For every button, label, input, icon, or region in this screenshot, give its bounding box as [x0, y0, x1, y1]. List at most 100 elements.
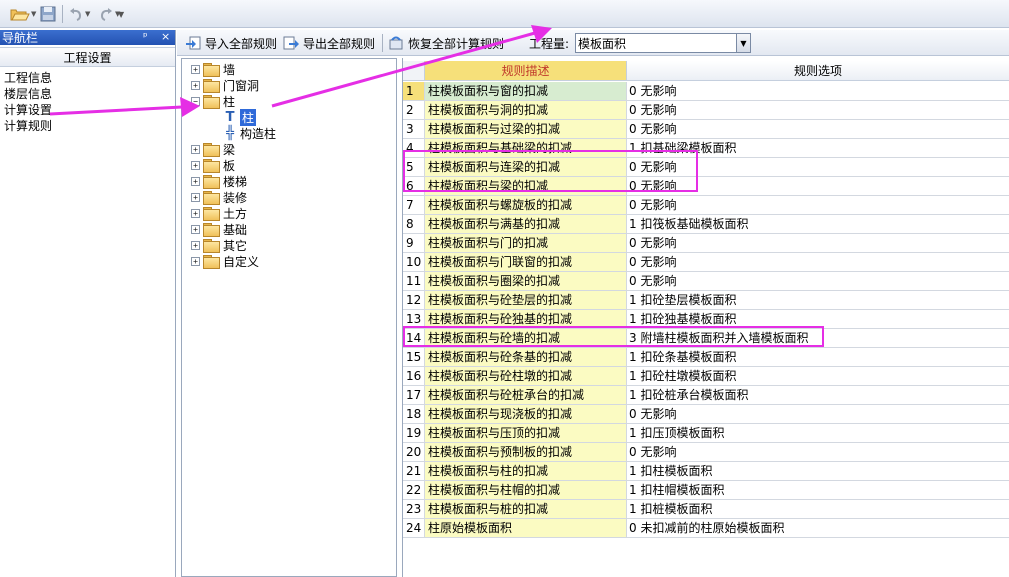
rule-description-cell[interactable]: 柱模板面积与柱帽的扣减	[425, 481, 627, 500]
rule-option-cell[interactable]: 1 扣桩模板面积	[627, 500, 1009, 519]
tree-node-slab[interactable]: + 板	[191, 157, 235, 173]
expand-icon[interactable]: +	[191, 64, 200, 74]
customize-toolbar-icon[interactable]: ▼	[118, 5, 124, 23]
tree-node-earthwork[interactable]: + 土方	[191, 205, 247, 221]
nav-item-floor-info[interactable]: 楼层信息	[4, 86, 175, 102]
table-row[interactable]: 15 柱模板面积与砼条基的扣减 1 扣砼条基模板面积	[403, 348, 1009, 367]
table-row[interactable]: 20 柱模板面积与预制板的扣减 0 无影响	[403, 443, 1009, 462]
table-row[interactable]: 3 柱模板面积与过梁的扣减 0 无影响	[403, 120, 1009, 139]
table-row[interactable]: 19 柱模板面积与压顶的扣减 1 扣压顶模板面积	[403, 424, 1009, 443]
expand-icon[interactable]: +	[191, 240, 200, 250]
rule-description-cell[interactable]: 柱模板面积与砼垫层的扣减	[425, 291, 627, 310]
expand-icon[interactable]: +	[191, 144, 200, 154]
rule-description-cell[interactable]: 柱模板面积与砼柱墩的扣减	[425, 367, 627, 386]
rule-description-cell[interactable]: 柱模板面积与桩的扣减	[425, 500, 627, 519]
rule-option-cell[interactable]: 1 扣砼柱墩模板面积	[627, 367, 1009, 386]
tree-node-column[interactable]: − 柱	[191, 93, 235, 109]
table-row[interactable]: 1 柱模板面积与窗的扣减 0 无影响	[403, 82, 1009, 101]
tree-node-wall[interactable]: + 墙	[191, 61, 235, 77]
close-icon[interactable]: ×	[161, 30, 170, 43]
rule-description-cell[interactable]: 柱模板面积与砼条基的扣减	[425, 348, 627, 367]
table-row[interactable]: 23 柱模板面积与桩的扣减 1 扣桩模板面积	[403, 500, 1009, 519]
rule-option-cell[interactable]: 0 无影响	[627, 101, 1009, 120]
rule-description-cell[interactable]: 柱模板面积与洞的扣减	[425, 101, 627, 120]
table-row[interactable]: 22 柱模板面积与柱帽的扣减 1 扣柱帽模板面积	[403, 481, 1009, 500]
rule-option-cell[interactable]: 0 未扣减前的柱原始模板面积	[627, 519, 1009, 538]
rule-description-cell[interactable]: 柱模板面积与柱的扣减	[425, 462, 627, 481]
expand-icon[interactable]: +	[191, 80, 200, 90]
table-row[interactable]: 10 柱模板面积与门联窗的扣减 0 无影响	[403, 253, 1009, 272]
rule-option-cell[interactable]: 0 无影响	[627, 196, 1009, 215]
rule-description-cell[interactable]: 柱模板面积与门联窗的扣减	[425, 253, 627, 272]
table-row[interactable]: 17 柱模板面积与砼桩承台的扣减 1 扣砼桩承台模板面积	[403, 386, 1009, 405]
rule-description-cell[interactable]: 柱模板面积与螺旋板的扣减	[425, 196, 627, 215]
nav-item-project-info[interactable]: 工程信息	[4, 70, 175, 86]
nav-item-calc-settings[interactable]: 计算设置	[4, 102, 175, 118]
rule-option-cell[interactable]: 1 扣砼桩承台模板面积	[627, 386, 1009, 405]
rule-option-cell[interactable]: 1 扣柱帽模板面积	[627, 481, 1009, 500]
rule-option-cell[interactable]: 1 扣砼条基模板面积	[627, 348, 1009, 367]
pin-icon[interactable]: ᵖ	[143, 30, 148, 43]
table-row[interactable]: 24 柱原始模板面积 0 未扣减前的柱原始模板面积	[403, 519, 1009, 538]
rule-description-cell[interactable]: 柱模板面积与圈梁的扣减	[425, 272, 627, 291]
chevron-down-icon[interactable]: ▼	[736, 34, 750, 52]
restore-all-rules-button[interactable]: 恢复全部计算规则	[388, 33, 504, 53]
expand-icon[interactable]: +	[191, 224, 200, 234]
rule-option-cell[interactable]: 0 无影响	[627, 272, 1009, 291]
nav-item-calc-rules[interactable]: 计算规则	[4, 118, 175, 134]
rule-option-cell[interactable]: 0 无影响	[627, 82, 1009, 101]
expand-icon[interactable]: +	[191, 256, 200, 266]
rule-option-cell[interactable]: 1 扣柱模板面积	[627, 462, 1009, 481]
save-icon[interactable]	[40, 5, 56, 23]
nav-group-project-settings[interactable]: 工程设置	[0, 47, 175, 67]
rule-description-cell[interactable]: 柱模板面积与压顶的扣减	[425, 424, 627, 443]
collapse-icon[interactable]: −	[191, 96, 200, 106]
rule-option-cell[interactable]: 0 无影响	[627, 443, 1009, 462]
rule-option-cell[interactable]: 0 无影响	[627, 120, 1009, 139]
open-folder-icon[interactable]: ▼	[10, 5, 36, 23]
rule-description-cell[interactable]: 柱模板面积与砼桩承台的扣减	[425, 386, 627, 405]
rule-option-cell[interactable]: 1 扣筏板基础模板面积	[627, 215, 1009, 234]
quick-access-toolbar: ▼ ▼ ▼ ▼	[0, 0, 1009, 28]
tree-node-door-window-opening[interactable]: + 门窗洞	[191, 77, 259, 93]
rule-description-cell[interactable]: 柱模板面积与过梁的扣减	[425, 120, 627, 139]
tree-node-column-child[interactable]: T 柱	[222, 108, 257, 126]
rule-option-cell[interactable]: 1 扣砼垫层模板面积	[627, 291, 1009, 310]
tree-node-foundation[interactable]: + 基础	[191, 221, 247, 237]
rule-description-cell[interactable]: 柱模板面积与窗的扣减	[425, 82, 627, 101]
rule-option-cell[interactable]: 0 无影响	[627, 234, 1009, 253]
rule-option-cell[interactable]: 1 扣压顶模板面积	[627, 424, 1009, 443]
tree-node-custom[interactable]: + 自定义	[191, 253, 259, 269]
expand-icon[interactable]: +	[191, 176, 200, 186]
expand-icon[interactable]: +	[191, 160, 200, 170]
table-row[interactable]: 11 柱模板面积与圈梁的扣减 0 无影响	[403, 272, 1009, 291]
expand-icon[interactable]: +	[191, 208, 200, 218]
rule-option-cell[interactable]: 0 无影响	[627, 253, 1009, 272]
grid-header-rule-option[interactable]: 规则选项	[627, 61, 1009, 81]
table-row[interactable]: 7 柱模板面积与螺旋板的扣减 0 无影响	[403, 196, 1009, 215]
import-all-rules-button[interactable]: 导入全部规则	[185, 33, 277, 53]
export-all-rules-button[interactable]: 导出全部规则	[283, 33, 375, 53]
quantity-select[interactable]: 模板面积 ▼	[575, 33, 751, 53]
tree-node-structural-column[interactable]: ╬ 构造柱	[222, 125, 276, 141]
table-row[interactable]: 12 柱模板面积与砼垫层的扣减 1 扣砼垫层模板面积	[403, 291, 1009, 310]
rule-description-cell[interactable]: 柱模板面积与现浇板的扣减	[425, 405, 627, 424]
rule-description-cell[interactable]: 柱原始模板面积	[425, 519, 627, 538]
expand-icon[interactable]: +	[191, 192, 200, 202]
table-row[interactable]: 9 柱模板面积与门的扣减 0 无影响	[403, 234, 1009, 253]
tree-node-stairs[interactable]: + 楼梯	[191, 173, 247, 189]
rule-description-cell[interactable]: 柱模板面积与门的扣减	[425, 234, 627, 253]
table-row[interactable]: 2 柱模板面积与洞的扣减 0 无影响	[403, 101, 1009, 120]
rule-option-cell[interactable]: 0 无影响	[627, 405, 1009, 424]
tree-node-other[interactable]: + 其它	[191, 237, 247, 253]
grid-header-rule-description[interactable]: 规则描述	[425, 61, 627, 81]
table-row[interactable]: 18 柱模板面积与现浇板的扣减 0 无影响	[403, 405, 1009, 424]
table-row[interactable]: 8 柱模板面积与满基的扣减 1 扣筏板基础模板面积	[403, 215, 1009, 234]
table-row[interactable]: 16 柱模板面积与砼柱墩的扣减 1 扣砼柱墩模板面积	[403, 367, 1009, 386]
tree-node-beam[interactable]: + 梁	[191, 141, 235, 157]
table-row[interactable]: 21 柱模板面积与柱的扣减 1 扣柱模板面积	[403, 462, 1009, 481]
rule-description-cell[interactable]: 柱模板面积与预制板的扣减	[425, 443, 627, 462]
rule-description-cell[interactable]: 柱模板面积与满基的扣减	[425, 215, 627, 234]
undo-icon[interactable]: ▼	[68, 5, 90, 23]
tree-node-finishing[interactable]: + 装修	[191, 189, 247, 205]
